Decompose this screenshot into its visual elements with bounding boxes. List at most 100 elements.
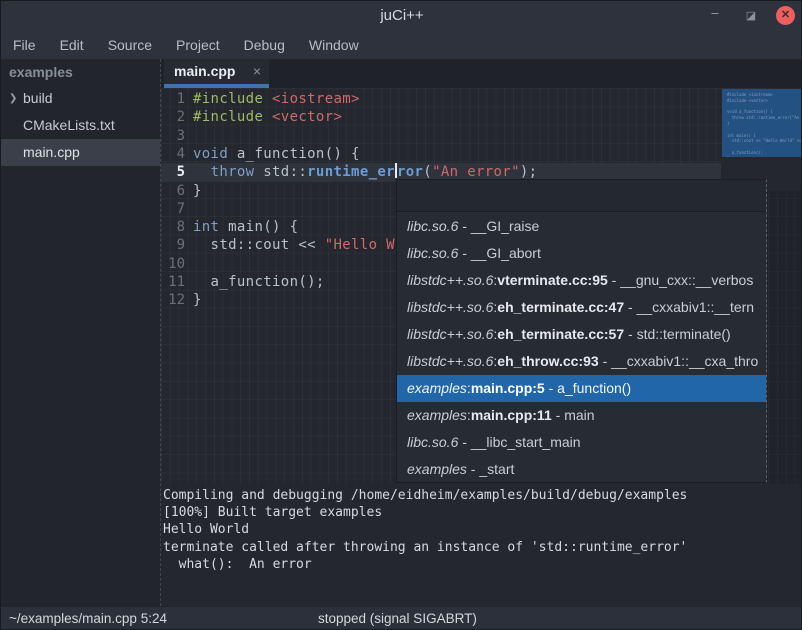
code-line: #include <vector> — [193, 108, 342, 126]
sidebar-item-label: main.cpp — [23, 144, 80, 160]
code-token: <vector> — [272, 109, 342, 125]
backtrace-item[interactable]: libc.so.6 - __GI_raise — [397, 213, 766, 240]
frame-library: libstdc++.so.6 — [407, 326, 493, 342]
code-token: a_function(); — [193, 274, 325, 290]
line-number: 4 — [161, 145, 185, 163]
line-number: 2 — [161, 108, 185, 126]
backtrace-item[interactable]: libstdc++.so.6:eh_terminate.cc:47 - __cx… — [397, 294, 766, 321]
backtrace-popup: libc.so.6 - __GI_raiselibc.so.6 - __GI_a… — [396, 179, 767, 483]
code-token: "An error" — [432, 164, 520, 180]
menu-window[interactable]: Window — [299, 33, 369, 57]
frame-library: examples — [407, 407, 467, 423]
frame-separator: - — [458, 245, 470, 261]
frame-file-line: main.cpp:5 — [471, 380, 545, 396]
frame-separator: - — [467, 461, 479, 477]
frame-function: a_function() — [557, 380, 631, 396]
code-token: throw — [211, 164, 255, 180]
line-number: 7 — [161, 200, 185, 218]
sidebar-item-cmakelists-txt[interactable]: CMakeLists.txt — [1, 112, 160, 139]
frame-file-line: vterminate.cc:95 — [497, 272, 608, 288]
popup-search-input[interactable] — [397, 180, 766, 212]
terminal-line: terminate called after throwing an insta… — [163, 539, 802, 556]
code-token: ror — [397, 164, 423, 180]
sidebar-item-build[interactable]: ❯build — [1, 85, 160, 112]
frame-library: libc.so.6 — [407, 218, 458, 234]
title-bar[interactable]: juCi++ – ◪ ✕ — [1, 1, 802, 31]
line-number: 12 — [161, 291, 185, 309]
menu-source[interactable]: Source — [98, 33, 162, 57]
terminal-line: what(): An error — [163, 556, 802, 573]
terminal-line: Hello World — [163, 521, 802, 538]
menu-file[interactable]: File — [3, 33, 46, 57]
juci-window: juCi++ – ◪ ✕ FileEditSourceProjectDebugW… — [0, 0, 802, 630]
terminal-output[interactable]: Compiling and debugging /home/eidheim/ex… — [161, 484, 802, 606]
line-number: 6 — [161, 182, 185, 200]
cursor-location: ~/examples/main.cpp 5:24 — [9, 611, 167, 626]
frame-separator: - — [624, 326, 636, 342]
code-preview-text: #include <iostream> #include <vector> vo… — [722, 89, 802, 157]
chevron-right-icon[interactable]: ❯ — [9, 85, 17, 112]
frame-library: libstdc++.so.6 — [407, 299, 493, 315]
menu-debug[interactable]: Debug — [234, 33, 295, 57]
frame-separator: - — [458, 218, 470, 234]
backtrace-item[interactable]: libstdc++.so.6:eh_terminate.cc:57 - std:… — [397, 321, 766, 348]
tab-main-cpp[interactable]: main.cpp × — [164, 59, 269, 88]
code-token — [193, 164, 211, 180]
frame-function: __gnu_cxx::__verbos — [620, 272, 753, 288]
code-line: int main() { — [193, 218, 298, 236]
close-button[interactable]: ✕ — [776, 6, 795, 25]
debug-status: stopped (signal SIGABRT) — [318, 611, 477, 626]
line-number: 8 — [161, 218, 185, 236]
minimize-button[interactable]: – — [705, 3, 725, 23]
frame-library: libstdc++.so.6 — [407, 353, 493, 369]
frame-file-line: main.cpp:11 — [471, 407, 552, 423]
menu-project[interactable]: Project — [166, 33, 230, 57]
line-number: 5 — [161, 163, 185, 181]
code-line: void a_function() { — [193, 145, 360, 163]
file-tree-panel[interactable]: examples ❯buildCMakeLists.txtmain.cpp — [1, 59, 161, 606]
frame-function: __cxxabiv1::__tern — [637, 299, 755, 315]
code-token: #include — [193, 91, 272, 107]
frame-function: __GI_raise — [471, 218, 539, 234]
frame-function: __GI_abort — [471, 245, 541, 261]
frame-file-line: eh_terminate.cc:57 — [497, 326, 624, 342]
frame-library: libc.so.6 — [407, 434, 458, 450]
code-token: ( — [423, 164, 432, 180]
code-token: "Hello W — [325, 237, 395, 253]
status-bar: ~/examples/main.cpp 5:24 stopped (signal… — [1, 606, 802, 630]
code-preview-tooltip: #include <iostream> #include <vector> vo… — [722, 89, 802, 157]
frame-separator: - — [552, 407, 564, 423]
tab-close-icon[interactable]: × — [253, 63, 261, 79]
menu-bar: FileEditSourceProjectDebugWindow — [1, 31, 802, 59]
line-number: 11 — [161, 273, 185, 291]
tab-bar: main.cpp × — [161, 59, 802, 88]
terminal-line: [100%] Built target examples — [163, 504, 802, 521]
backtrace-item[interactable]: examples:main.cpp:11 - main — [397, 402, 766, 429]
menu-edit[interactable]: Edit — [50, 33, 94, 57]
code-line: std::cout << "Hello W — [193, 236, 395, 254]
code-token: #include — [193, 109, 272, 125]
code-token: main() { — [219, 219, 298, 235]
code-line: #include <iostream> — [193, 90, 360, 108]
frame-file-line: eh_throw.cc:93 — [497, 353, 598, 369]
frame-separator: - — [545, 380, 557, 396]
backtrace-item[interactable]: libc.so.6 - __libc_start_main — [397, 429, 766, 456]
sidebar-item-main-cpp[interactable]: main.cpp — [1, 139, 160, 166]
line-number: 3 — [161, 127, 185, 145]
line-number: 10 — [161, 255, 185, 273]
code-token: std:: — [254, 164, 307, 180]
code-token: int — [193, 219, 219, 235]
backtrace-item[interactable]: examples:main.cpp:5 - a_function() — [397, 375, 766, 402]
backtrace-item[interactable]: libc.so.6 - __GI_abort — [397, 240, 766, 267]
backtrace-item[interactable]: libstdc++.so.6:vterminate.cc:95 - __gnu_… — [397, 267, 766, 294]
restore-icon[interactable]: ◪ — [741, 6, 761, 26]
code-token: <iostream> — [272, 91, 360, 107]
backtrace-item[interactable]: examples - _start — [397, 456, 766, 482]
backtrace-item[interactable]: libstdc++.so.6:eh_throw.cc:93 - __cxxabi… — [397, 348, 766, 375]
frame-function: std::terminate() — [637, 326, 731, 342]
frame-separator: - — [458, 434, 470, 450]
frame-function: __libc_start_main — [471, 434, 581, 450]
frame-library: examples — [407, 380, 467, 396]
line-number: 1 — [161, 90, 185, 108]
frame-library: libc.so.6 — [407, 245, 458, 261]
